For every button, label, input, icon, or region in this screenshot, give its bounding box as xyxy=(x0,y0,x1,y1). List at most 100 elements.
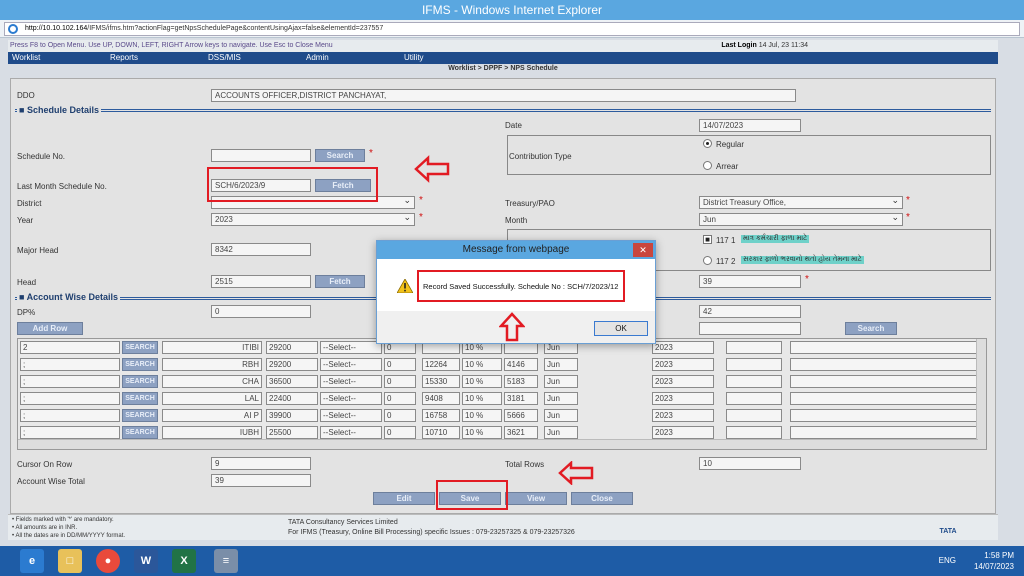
grid-cell-amt[interactable]: 16758 xyxy=(422,409,460,422)
grid-cell-contrib[interactable]: 3181 xyxy=(504,392,538,405)
calculator-icon[interactable]: ≡ xyxy=(214,549,238,573)
grid-cell-select[interactable]: --Select-- xyxy=(320,358,382,371)
grid-cell-name[interactable]: LAL xyxy=(162,392,262,405)
word-icon[interactable]: W xyxy=(134,549,158,573)
grid-cell-name[interactable]: CHA xyxy=(162,375,262,388)
view-button[interactable]: View xyxy=(505,492,567,505)
grid-cell-dp[interactable]: 0 xyxy=(384,358,416,371)
grid-cell-dp[interactable]: 0 xyxy=(384,409,416,422)
arrear-radio[interactable] xyxy=(703,161,712,170)
row-search-button[interactable]: SEARCH xyxy=(122,426,158,439)
opt2-radio[interactable] xyxy=(703,256,712,265)
url-field[interactable]: http://10.10.102.164/IFMS/ifms.htm?actio… xyxy=(4,22,1020,36)
grid-cell-pay[interactable]: 29200 xyxy=(266,358,318,371)
clock[interactable]: 1:58 PM 14/07/2023 xyxy=(974,550,1014,572)
grid-cell-extra[interactable] xyxy=(726,426,782,439)
month-select[interactable]: Jun xyxy=(699,213,903,226)
grid-cell-select[interactable]: --Select-- xyxy=(320,375,382,388)
language-indicator[interactable]: ENG xyxy=(939,556,956,565)
search-code-field[interactable] xyxy=(699,322,801,335)
grid-cell-contrib[interactable]: 5183 xyxy=(504,375,538,388)
ddo-field[interactable]: ACCOUNTS OFFICER,DISTRICT PANCHAYAT, xyxy=(211,89,796,102)
schedule-search-button[interactable]: Search xyxy=(315,149,365,162)
major-head-field[interactable]: 8342 xyxy=(211,243,311,256)
grid-cell-code[interactable]: ; xyxy=(20,358,120,371)
head-field[interactable]: 2515 xyxy=(211,275,311,288)
grid-cell-remarks[interactable] xyxy=(790,426,980,439)
grid-cell-code[interactable]: ; xyxy=(20,392,120,405)
row-search-button[interactable]: SEARCH xyxy=(122,375,158,388)
grid-cell-extra[interactable] xyxy=(726,409,782,422)
grid-cell-pct[interactable]: 10 % xyxy=(462,358,502,371)
grid-cell-year[interactable]: 2023 xyxy=(652,341,714,354)
grid-cell-contrib[interactable]: 4146 xyxy=(504,358,538,371)
chrome-icon[interactable]: ● xyxy=(96,549,120,573)
grid-cell-month[interactable]: Jun xyxy=(544,392,578,405)
grid-cell-amt[interactable]: 15330 xyxy=(422,375,460,388)
account-total-field[interactable]: 39 xyxy=(211,474,311,487)
grid-vertical-scrollbar[interactable] xyxy=(976,339,986,449)
grid-cell-amt[interactable]: 12264 xyxy=(422,358,460,371)
total-rows-field[interactable]: 10 xyxy=(699,457,801,470)
grid-cell-year[interactable]: 2023 xyxy=(652,375,714,388)
grid-cell-pay[interactable]: 22400 xyxy=(266,392,318,405)
dp-field[interactable]: 0 xyxy=(211,305,311,318)
grid-cell-remarks[interactable] xyxy=(790,375,980,388)
dp-right-field[interactable]: 42 xyxy=(699,305,801,318)
grid-cell-remarks[interactable] xyxy=(790,392,980,405)
grid-cell-pct[interactable]: 10 % xyxy=(462,375,502,388)
grid-cell-contrib[interactable]: 3621 xyxy=(504,426,538,439)
grid-cell-pay[interactable]: 25500 xyxy=(266,426,318,439)
grid-cell-extra[interactable] xyxy=(726,375,782,388)
head-fetch-button[interactable]: Fetch xyxy=(315,275,365,288)
menu-worklist[interactable]: Worklist xyxy=(8,52,106,64)
year-select[interactable]: 2023 xyxy=(211,213,415,226)
menu-dss-mis[interactable]: DSS/MIS xyxy=(204,52,302,64)
grid-cell-year[interactable]: 2023 xyxy=(652,392,714,405)
grid-cell-extra[interactable] xyxy=(726,392,782,405)
dialog-close-button[interactable]: ✕ xyxy=(633,243,653,257)
grid-cell-pct[interactable]: 10 % xyxy=(462,392,502,405)
grid-cell-code[interactable]: ; xyxy=(20,375,120,388)
grid-cell-pct[interactable]: 10 % xyxy=(462,409,502,422)
menu-utility[interactable]: Utility xyxy=(400,52,520,64)
row-search-button[interactable]: SEARCH xyxy=(122,392,158,405)
ie-taskbar-icon[interactable]: e xyxy=(20,549,44,573)
grid-cell-code[interactable]: 2 xyxy=(20,341,120,354)
head-right-field[interactable]: 39 xyxy=(699,275,801,288)
grid-cell-amt[interactable]: 10710 xyxy=(422,426,460,439)
grid-cell-select[interactable]: --Select-- xyxy=(320,409,382,422)
grid-cell-amt[interactable]: 9408 xyxy=(422,392,460,405)
grid-cell-month[interactable]: Jun xyxy=(544,358,578,371)
row-search-button[interactable]: SEARCH xyxy=(122,341,158,354)
row-search-button[interactable]: SEARCH xyxy=(122,358,158,371)
grid-cell-year[interactable]: 2023 xyxy=(652,409,714,422)
grid-cell-name[interactable]: ITIBI xyxy=(162,341,262,354)
grid-cell-month[interactable]: Jun xyxy=(544,409,578,422)
grid-cell-pay[interactable]: 29200 xyxy=(266,341,318,354)
grid-search-button[interactable]: Search xyxy=(845,322,897,335)
grid-cell-select[interactable]: --Select-- xyxy=(320,341,382,354)
grid-cell-year[interactable]: 2023 xyxy=(652,426,714,439)
schedule-no-field[interactable] xyxy=(211,149,311,162)
grid-cell-remarks[interactable] xyxy=(790,341,980,354)
grid-cell-month[interactable]: Jun xyxy=(544,426,578,439)
regular-radio[interactable] xyxy=(703,139,712,148)
grid-cell-name[interactable]: AI P xyxy=(162,409,262,422)
menu-reports[interactable]: Reports xyxy=(106,52,204,64)
grid-cell-pay[interactable]: 36500 xyxy=(266,375,318,388)
folder-icon[interactable]: □ xyxy=(58,549,82,573)
grid-horizontal-scrollbar[interactable] xyxy=(18,439,978,449)
edit-button[interactable]: Edit xyxy=(373,492,435,505)
cursor-field[interactable]: 9 xyxy=(211,457,311,470)
treasury-select[interactable]: District Treasury Office, xyxy=(699,196,903,209)
opt1-checkbox[interactable]: ■ xyxy=(703,235,712,244)
grid-cell-pct[interactable]: 10 % xyxy=(462,426,502,439)
grid-cell-month[interactable]: Jun xyxy=(544,375,578,388)
grid-cell-code[interactable]: ; xyxy=(20,426,120,439)
grid-cell-select[interactable]: --Select-- xyxy=(320,392,382,405)
grid-cell-remarks[interactable] xyxy=(790,409,980,422)
grid-cell-extra[interactable] xyxy=(726,341,782,354)
grid-cell-extra[interactable] xyxy=(726,358,782,371)
grid-cell-pay[interactable]: 39900 xyxy=(266,409,318,422)
